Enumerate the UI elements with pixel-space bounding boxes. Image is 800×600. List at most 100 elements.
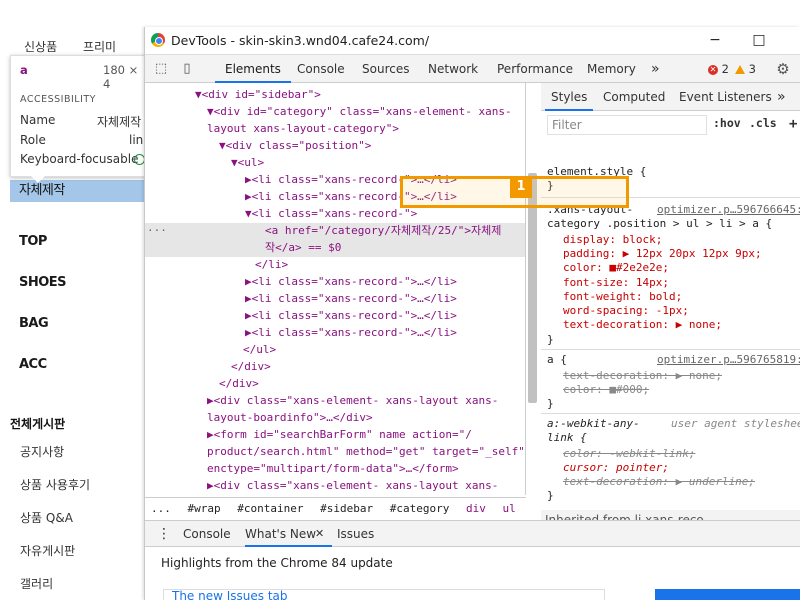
whats-new-card[interactable]: The new Issues tab: [163, 589, 605, 600]
hover-toggle[interactable]: :hov: [713, 116, 741, 130]
dom-line[interactable]: ▶<div class="xans-element- xans-layout x…: [145, 393, 525, 410]
dom-line[interactable]: ▼<div class="position">: [145, 138, 525, 155]
dom-line[interactable]: </div>: [145, 359, 525, 376]
tooltip-dimensions: 180 × 4: [103, 63, 139, 91]
tooltip-name-label: Name: [20, 113, 56, 127]
tab-event-listeners[interactable]: Event Listeners: [679, 83, 772, 111]
category-item-custom[interactable]: 자체제작: [10, 180, 145, 202]
category-item-acc[interactable]: ACC: [10, 344, 145, 385]
dom-line[interactable]: </div>: [145, 376, 525, 393]
tab-elements[interactable]: Elements: [215, 55, 291, 83]
error-count[interactable]: ✕ 2: [708, 62, 729, 76]
rule-close: }: [547, 397, 554, 410]
tooltip-arrow: [31, 176, 45, 183]
category-item-bag[interactable]: BAG: [10, 303, 145, 344]
inspect-cursor-icon[interactable]: ⬚: [153, 61, 169, 77]
whats-new-headline: Highlights from the Chrome 84 update: [161, 556, 393, 570]
chrome-logo-icon: [151, 33, 165, 47]
board-item-notice[interactable]: 공지사항: [20, 440, 90, 473]
dom-line[interactable]: product/search.html" method="get" target…: [145, 444, 525, 461]
board-item-gallery[interactable]: 갤러리: [20, 572, 90, 600]
rule-xans-layout-props[interactable]: display: block; padding: ▶ 12px 20px 12px…: [541, 233, 800, 332]
tab-memory[interactable]: Memory: [587, 55, 636, 83]
dom-line[interactable]: ▶<li class="xans-record-">…</li>: [145, 291, 525, 308]
dom-line[interactable]: </li>: [145, 257, 525, 274]
rule-close: }: [547, 333, 554, 346]
minimize-button[interactable]: −: [701, 30, 729, 50]
gear-icon[interactable]: ⚙: [775, 61, 791, 77]
whats-new-image: [655, 589, 800, 600]
dom-line[interactable]: ▼<li class="xans-record-">: [145, 206, 525, 223]
tab-styles[interactable]: Styles: [545, 83, 594, 111]
screen: 신상품 프리미엄 자체제작 TOP SHOES BAG ACC 전체게시판 공지…: [0, 0, 800, 600]
crumb-more[interactable]: ...: [151, 502, 171, 515]
device-toggle-icon[interactable]: ▯: [179, 61, 195, 77]
dom-line[interactable]: </ul>: [145, 342, 525, 359]
inspect-tooltip: a 180 × 4 ACCESSIBILITY Name 자체제작 Role l…: [10, 55, 150, 183]
dom-line[interactable]: ▶<div class="xans-element- xans-layout x…: [145, 478, 525, 495]
rule-close: }: [547, 489, 554, 502]
devtools-tabbar: ⬚ ▯ Elements Console Sources Network Per…: [145, 55, 800, 83]
board-item-review[interactable]: 상품 사용후기: [20, 473, 90, 506]
tooltip-role-label: Role: [20, 133, 46, 147]
tooltip-kb-label: Keyboard-focusable: [20, 152, 139, 166]
dom-line[interactable]: layout-boardinfo">…</div>: [145, 410, 525, 427]
close-icon[interactable]: ✕: [315, 521, 324, 547]
dom-line-selected[interactable]: ··· <a href="/category/자체제작/25/">자체제 작</a>…: [145, 223, 525, 257]
board-item-qna[interactable]: 상품 Q&A: [20, 506, 90, 539]
tooltip-section: ACCESSIBILITY: [20, 94, 96, 105]
nav-new[interactable]: 신상품: [24, 40, 57, 54]
rule-source-link[interactable]: optimizer.p…596766645:: [657, 203, 800, 217]
crumb-ul[interactable]: ul: [502, 502, 515, 515]
new-rule-button[interactable]: +: [789, 116, 797, 132]
board-item-free[interactable]: 자유게시판: [20, 539, 90, 572]
dom-line[interactable]: ▼<ul>: [145, 155, 525, 172]
tooltip-tag: a: [20, 63, 28, 77]
tab-console[interactable]: Console: [297, 55, 345, 83]
rule2-source-link[interactable]: optimizer.p…596765819:: [657, 353, 800, 367]
tab-sources[interactable]: Sources: [362, 55, 409, 83]
drawer-tabbar: ⋮ Console What's New ✕ Issues: [145, 521, 800, 547]
elements-panel: ▼<div id="sidebar"> ▼<div id="category" …: [145, 83, 526, 495]
devtools-drawer: ⋮ Console What's New ✕ Issues Highlights…: [145, 520, 800, 600]
crumb-wrap[interactable]: #wrap: [188, 502, 221, 515]
category-item-top[interactable]: TOP: [10, 221, 145, 262]
dom-line[interactable]: ▼<div id="category" class="xans-element-…: [145, 104, 525, 121]
rule-a: a {optimizer.p…596765819:: [541, 353, 800, 367]
breadcrumb: ... #wrap #container #sidebar #category …: [145, 497, 526, 519]
rule-ua-props: color: -webkit-link; cursor: pointer; text…: [563, 447, 756, 489]
crumb-sidebar[interactable]: #sidebar: [320, 502, 373, 515]
rule-a-props[interactable]: text-decoration: ▶ none; color: ■#000;: [541, 369, 800, 397]
dom-line[interactable]: ▼<div id="sidebar">: [145, 87, 525, 104]
more-tabs-button[interactable]: »: [651, 55, 660, 83]
tab-computed[interactable]: Computed: [603, 83, 665, 111]
dom-line[interactable]: layout xans-layout-category">: [145, 121, 525, 138]
tab-performance[interactable]: Performance: [497, 55, 573, 83]
devtools-window: DevTools - skin-skin3.wnd04.cafe24.com/ …: [144, 27, 800, 600]
tab-network[interactable]: Network: [428, 55, 478, 83]
drawer-tab-issues[interactable]: Issues: [337, 521, 374, 547]
board-list: 공지사항 상품 사용후기 상품 Q&A 자유게시판 갤러리: [20, 440, 90, 600]
warning-icon: [735, 65, 745, 74]
styles-filter-input[interactable]: Filter: [547, 115, 707, 135]
warning-count[interactable]: 3: [735, 62, 756, 76]
more-panes-button[interactable]: »: [777, 83, 786, 111]
category-list: 자체제작 TOP SHOES BAG ACC: [10, 180, 145, 385]
dom-line[interactable]: ▶<li class="xans-record-">…</li>: [145, 308, 525, 325]
maximize-button[interactable]: □: [745, 30, 773, 50]
crumb-div[interactable]: div: [466, 502, 486, 515]
crumb-container[interactable]: #container: [237, 502, 303, 515]
drawer-tab-console[interactable]: Console: [183, 521, 231, 547]
dom-line[interactable]: ▶<form id="searchBarForm" name action="/: [145, 427, 525, 444]
dom-line[interactable]: ▶<li class="xans-record-">…</li>: [145, 274, 525, 291]
class-toggle[interactable]: .cls: [749, 116, 777, 130]
drawer-menu-icon[interactable]: ⋮: [157, 521, 171, 547]
dom-line[interactable]: ▶<li class="xans-record-">…</li>: [145, 325, 525, 342]
annotation-badge: 1: [510, 176, 532, 198]
crumb-category[interactable]: #category: [390, 502, 450, 515]
ua-source: user agent styleshee: [671, 417, 800, 430]
dom-line[interactable]: enctype="multipart/form-data">…</form>: [145, 461, 525, 478]
category-item-shoes[interactable]: SHOES: [10, 262, 145, 303]
styles-pane: Styles Computed Event Listeners » Filter…: [541, 83, 800, 519]
tooltip-name-value: 자체제작: [97, 115, 142, 129]
